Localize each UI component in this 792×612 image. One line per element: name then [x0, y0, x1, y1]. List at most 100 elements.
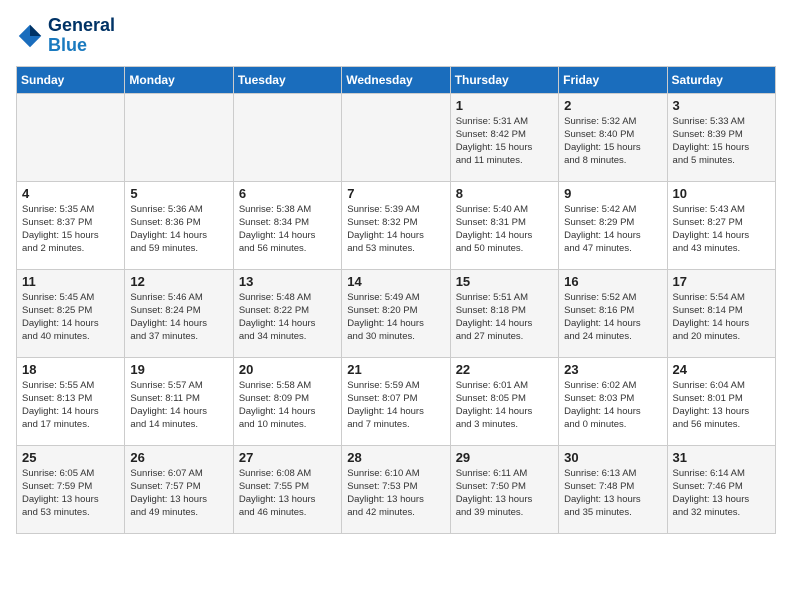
day-info: Sunrise: 6:02 AM Sunset: 8:03 PM Dayligh…	[564, 379, 661, 432]
day-info: Sunrise: 6:05 AM Sunset: 7:59 PM Dayligh…	[22, 467, 119, 520]
day-number: 30	[564, 450, 661, 465]
calendar-cell: 2 Sunrise: 5:32 AM Sunset: 8:40 PM Daylig…	[559, 93, 667, 181]
day-number: 7	[347, 186, 444, 201]
day-number: 11	[22, 274, 119, 289]
day-info: Sunrise: 6:08 AM Sunset: 7:55 PM Dayligh…	[239, 467, 336, 520]
day-info: Sunrise: 5:51 AM Sunset: 8:18 PM Dayligh…	[456, 291, 553, 344]
day-number: 27	[239, 450, 336, 465]
calendar-cell: 15 Sunrise: 5:51 AM Sunset: 8:18 PM Dayli…	[450, 269, 558, 357]
day-number: 31	[673, 450, 770, 465]
day-header-monday: Monday	[125, 66, 233, 93]
logo-text: General Blue	[48, 16, 115, 56]
day-info: Sunrise: 5:42 AM Sunset: 8:29 PM Dayligh…	[564, 203, 661, 256]
day-info: Sunrise: 6:14 AM Sunset: 7:46 PM Dayligh…	[673, 467, 770, 520]
day-number: 22	[456, 362, 553, 377]
day-number: 28	[347, 450, 444, 465]
calendar-cell: 8Sunrise: 5:40 AM Sunset: 8:31 PM Daylig…	[450, 181, 558, 269]
day-info: Sunrise: 6:13 AM Sunset: 7:48 PM Dayligh…	[564, 467, 661, 520]
day-header-wednesday: Wednesday	[342, 66, 450, 93]
calendar-cell	[125, 93, 233, 181]
calendar-cell: 30 Sunrise: 6:13 AM Sunset: 7:48 PM Dayli…	[559, 445, 667, 533]
day-info: Sunrise: 5:57 AM Sunset: 8:11 PM Dayligh…	[130, 379, 227, 432]
day-info: Sunrise: 5:48 AM Sunset: 8:22 PM Dayligh…	[239, 291, 336, 344]
calendar-cell: 6 Sunrise: 5:38 AM Sunset: 8:34 PM Daylig…	[233, 181, 341, 269]
calendar-body: 1 Sunrise: 5:31 AM Sunset: 8:42 PM Daylig…	[17, 93, 776, 533]
day-number: 18	[22, 362, 119, 377]
day-info: Sunrise: 5:54 AM Sunset: 8:14 PM Dayligh…	[673, 291, 770, 344]
calendar-cell: 16 Sunrise: 5:52 AM Sunset: 8:16 PM Dayli…	[559, 269, 667, 357]
calendar-cell: 19 Sunrise: 5:57 AM Sunset: 8:11 PM Dayli…	[125, 357, 233, 445]
day-number: 4	[22, 186, 119, 201]
day-info: Sunrise: 6:11 AM Sunset: 7:50 PM Dayligh…	[456, 467, 553, 520]
day-number: 6	[239, 186, 336, 201]
day-info: Sunrise: 5:31 AM Sunset: 8:42 PM Dayligh…	[456, 115, 553, 168]
calendar-header: SundayMondayTuesdayWednesdayThursdayFrid…	[17, 66, 776, 93]
day-number: 16	[564, 274, 661, 289]
day-info: Sunrise: 6:10 AM Sunset: 7:53 PM Dayligh…	[347, 467, 444, 520]
calendar-cell: 20 Sunrise: 5:58 AM Sunset: 8:09 PM Dayli…	[233, 357, 341, 445]
day-info: Sunrise: 5:35 AM Sunset: 8:37 PM Dayligh…	[22, 203, 119, 256]
calendar-cell: 9 Sunrise: 5:42 AM Sunset: 8:29 PM Daylig…	[559, 181, 667, 269]
day-number: 2	[564, 98, 661, 113]
day-number: 1	[456, 98, 553, 113]
day-number: 20	[239, 362, 336, 377]
calendar-cell: 26Sunrise: 6:07 AM Sunset: 7:57 PM Dayli…	[125, 445, 233, 533]
logo: General Blue	[16, 16, 115, 56]
day-number: 23	[564, 362, 661, 377]
day-header-sunday: Sunday	[17, 66, 125, 93]
day-info: Sunrise: 5:46 AM Sunset: 8:24 PM Dayligh…	[130, 291, 227, 344]
calendar-cell	[233, 93, 341, 181]
day-info: Sunrise: 5:38 AM Sunset: 8:34 PM Dayligh…	[239, 203, 336, 256]
calendar-cell: 13 Sunrise: 5:48 AM Sunset: 8:22 PM Dayli…	[233, 269, 341, 357]
day-info: Sunrise: 5:45 AM Sunset: 8:25 PM Dayligh…	[22, 291, 119, 344]
day-info: Sunrise: 5:49 AM Sunset: 8:20 PM Dayligh…	[347, 291, 444, 344]
calendar-cell: 21 Sunrise: 5:59 AM Sunset: 8:07 PM Dayli…	[342, 357, 450, 445]
day-number: 3	[673, 98, 770, 113]
day-number: 19	[130, 362, 227, 377]
calendar-cell: 11 Sunrise: 5:45 AM Sunset: 8:25 PM Dayli…	[17, 269, 125, 357]
day-header-thursday: Thursday	[450, 66, 558, 93]
day-info: Sunrise: 5:33 AM Sunset: 8:39 PM Dayligh…	[673, 115, 770, 168]
calendar-cell: 4 Sunrise: 5:35 AM Sunset: 8:37 PM Daylig…	[17, 181, 125, 269]
calendar-cell: 31 Sunrise: 6:14 AM Sunset: 7:46 PM Dayli…	[667, 445, 775, 533]
day-number: 12	[130, 274, 227, 289]
day-header-saturday: Saturday	[667, 66, 775, 93]
calendar-cell: 24 Sunrise: 6:04 AM Sunset: 8:01 PM Dayli…	[667, 357, 775, 445]
calendar-cell: 5Sunrise: 5:36 AM Sunset: 8:36 PM Daylig…	[125, 181, 233, 269]
day-number: 25	[22, 450, 119, 465]
calendar-cell	[17, 93, 125, 181]
day-number: 17	[673, 274, 770, 289]
calendar-cell: 25 Sunrise: 6:05 AM Sunset: 7:59 PM Dayli…	[17, 445, 125, 533]
day-number: 5	[130, 186, 227, 201]
calendar-cell: 10 Sunrise: 5:43 AM Sunset: 8:27 PM Dayli…	[667, 181, 775, 269]
calendar-cell: 22 Sunrise: 6:01 AM Sunset: 8:05 PM Dayli…	[450, 357, 558, 445]
day-number: 10	[673, 186, 770, 201]
day-info: Sunrise: 5:58 AM Sunset: 8:09 PM Dayligh…	[239, 379, 336, 432]
calendar-cell: 23 Sunrise: 6:02 AM Sunset: 8:03 PM Dayli…	[559, 357, 667, 445]
day-number: 15	[456, 274, 553, 289]
day-number: 26	[130, 450, 227, 465]
day-info: Sunrise: 6:04 AM Sunset: 8:01 PM Dayligh…	[673, 379, 770, 432]
day-number: 24	[673, 362, 770, 377]
calendar-cell	[342, 93, 450, 181]
calendar-cell: 17 Sunrise: 5:54 AM Sunset: 8:14 PM Dayli…	[667, 269, 775, 357]
calendar-cell: 27 Sunrise: 6:08 AM Sunset: 7:55 PM Dayli…	[233, 445, 341, 533]
day-header-friday: Friday	[559, 66, 667, 93]
day-info: Sunrise: 5:43 AM Sunset: 8:27 PM Dayligh…	[673, 203, 770, 256]
day-info: Sunrise: 6:01 AM Sunset: 8:05 PM Dayligh…	[456, 379, 553, 432]
day-info: Sunrise: 5:59 AM Sunset: 8:07 PM Dayligh…	[347, 379, 444, 432]
calendar-cell: 14 Sunrise: 5:49 AM Sunset: 8:20 PM Dayli…	[342, 269, 450, 357]
day-number: 13	[239, 274, 336, 289]
day-number: 9	[564, 186, 661, 201]
day-info: Sunrise: 5:52 AM Sunset: 8:16 PM Dayligh…	[564, 291, 661, 344]
calendar-table: SundayMondayTuesdayWednesdayThursdayFrid…	[16, 66, 776, 534]
day-number: 21	[347, 362, 444, 377]
day-header-tuesday: Tuesday	[233, 66, 341, 93]
calendar-cell: 28 Sunrise: 6:10 AM Sunset: 7:53 PM Dayli…	[342, 445, 450, 533]
calendar-cell: 1 Sunrise: 5:31 AM Sunset: 8:42 PM Daylig…	[450, 93, 558, 181]
calendar-cell: 3 Sunrise: 5:33 AM Sunset: 8:39 PM Daylig…	[667, 93, 775, 181]
day-info: Sunrise: 5:32 AM Sunset: 8:40 PM Dayligh…	[564, 115, 661, 168]
calendar-cell: 29Sunrise: 6:11 AM Sunset: 7:50 PM Dayli…	[450, 445, 558, 533]
day-info: Sunrise: 5:55 AM Sunset: 8:13 PM Dayligh…	[22, 379, 119, 432]
day-number: 14	[347, 274, 444, 289]
